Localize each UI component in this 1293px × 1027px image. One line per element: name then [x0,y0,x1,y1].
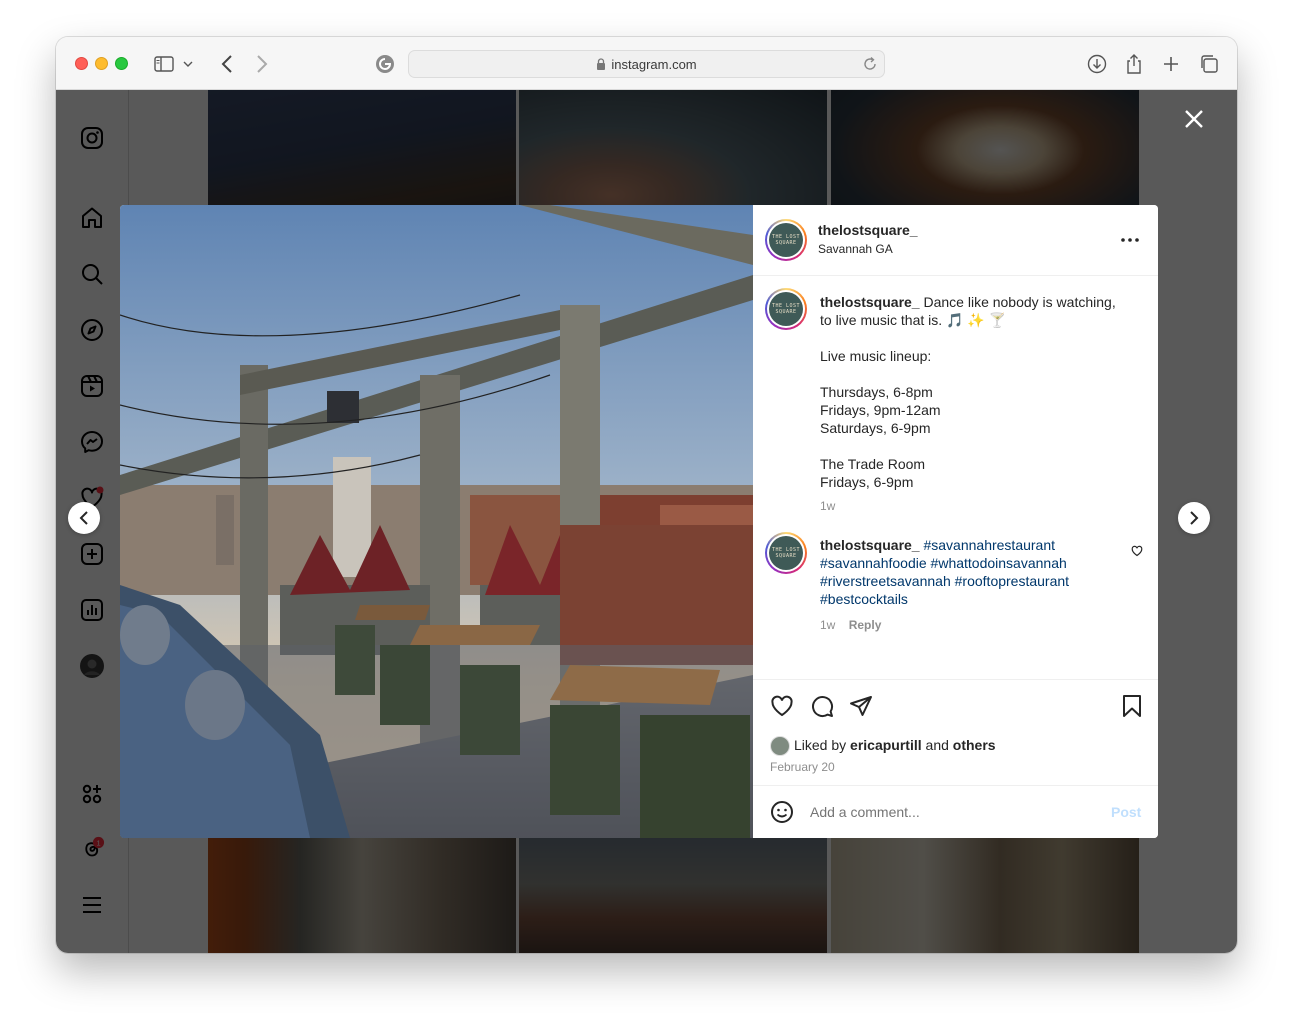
lock-icon [596,58,606,70]
site-favicon-icon [372,51,398,77]
comment-input[interactable] [808,799,1088,825]
minimize-window-button[interactable] [95,57,108,70]
caption-time[interactable]: 1w [820,497,1135,515]
avatar-logo-text: THE LOST SQUARE [769,223,803,257]
hashtag-link[interactable]: #savannahfoodie [820,555,927,571]
caption-line [820,329,1135,347]
caption-line: to live music that is. 🎵 ✨ 🍸 [820,312,1007,328]
caption-line: Dance like nobody is watching, [923,294,1116,310]
post-modal: THE LOST SQUARE thelostsquare_ Savannah … [120,205,1158,838]
post-details-panel: THE LOST SQUARE thelostsquare_ Savannah … [753,205,1158,838]
author-username[interactable]: thelostsquare_ [818,222,918,238]
share-icon[interactable] [1121,51,1147,77]
comment-icon[interactable] [809,693,835,719]
caption-username[interactable]: thelostsquare_ [820,294,920,310]
address-bar[interactable]: instagram.com [408,50,885,78]
post-photo[interactable] [120,205,753,838]
caption: thelostsquare_ Dance like nobody is watc… [820,293,1135,515]
hashtag-link[interactable]: #rooftoprestaurant [955,573,1069,589]
avatar-logo-text: THE LOST SQUARE [769,536,803,570]
save-bookmark-icon[interactable] [1119,693,1145,719]
comment-avatar[interactable]: THE LOST SQUARE [765,532,807,574]
downloads-icon[interactable] [1084,51,1110,77]
caption-line [820,437,1135,455]
chevron-left-icon [79,511,88,525]
caption-line: Fridays, 6-9pm [820,474,914,490]
share-post-icon[interactable] [848,693,874,719]
zoom-window-button[interactable] [115,57,128,70]
chevron-right-icon [1190,511,1199,525]
like-icon[interactable] [769,693,795,719]
previous-post-button[interactable] [68,502,100,534]
url-text: instagram.com [611,56,697,72]
caption-line: Thursdays, 6-8pm [820,384,933,400]
comment-input-bar: Post [753,785,1158,838]
hashtag-link[interactable]: #savannahrestaurant [923,537,1055,553]
browser-toolbar: instagram.com [56,37,1237,90]
author-avatar[interactable]: THE LOST SQUARE [765,219,807,261]
close-icon[interactable] [1182,107,1206,131]
tab-overview-icon[interactable] [1196,51,1222,77]
next-post-button[interactable] [1178,502,1210,534]
more-options-icon[interactable] [1119,231,1141,249]
post-location[interactable]: Savannah GA [818,242,918,256]
avatar-logo-text: THE LOST SQUARE [769,292,803,326]
liked-by-prefix: Liked by [794,737,847,753]
new-tab-icon[interactable] [1158,51,1184,77]
close-window-button[interactable] [75,57,88,70]
reload-icon[interactable] [862,56,878,75]
hashtag-comment: thelostsquare_ #savannahrestaurant #sava… [820,536,1110,634]
emoji-icon[interactable] [769,799,795,825]
liked-by-text: Liked by ericapurtill and others [794,737,996,753]
post-comment-button[interactable]: Post [1111,804,1141,820]
comment-time[interactable]: 1w [820,618,835,632]
hashtag-link[interactable]: #whattodoinsavannah [931,555,1067,571]
reply-button[interactable]: Reply [849,618,882,632]
caption-line [820,365,1135,383]
liked-by-joiner: and [925,737,949,753]
page-content: 1 [56,90,1237,953]
liked-by-others[interactable]: others [953,737,996,753]
browser-window: instagram.com THE LOST SQUARE thelostsqu… [56,37,1237,953]
caption-line: The Trade Room [820,456,926,472]
liker-username[interactable]: ericapurtill [850,737,922,753]
caption-line: Saturdays, 6-9pm [820,420,931,436]
chevron-down-icon[interactable] [180,51,196,77]
header-text: thelostsquare_ Savannah GA [818,222,918,256]
post-header: THE LOST SQUARE thelostsquare_ Savannah … [753,205,1158,276]
post-actions: Liked by ericapurtill and others Februar… [753,679,1158,785]
comment-like-icon[interactable] [1131,544,1145,558]
sidebar-toggle-icon[interactable] [151,51,177,77]
hashtag-link[interactable]: #riverstreetsavannah [820,573,951,589]
comment-username[interactable]: thelostsquare_ [820,537,920,553]
post-date[interactable]: February 20 [770,760,835,774]
forward-icon[interactable] [249,51,275,77]
caption-line: Live music lineup: [820,348,932,364]
back-icon[interactable] [214,51,240,77]
caption-line: Fridays, 9pm-12am [820,402,941,418]
comment-meta: 1w Reply [820,616,1110,634]
hashtag-link[interactable]: #bestcocktails [820,591,908,607]
caption-avatar[interactable]: THE LOST SQUARE [765,288,807,330]
liker-avatar[interactable] [770,736,790,756]
